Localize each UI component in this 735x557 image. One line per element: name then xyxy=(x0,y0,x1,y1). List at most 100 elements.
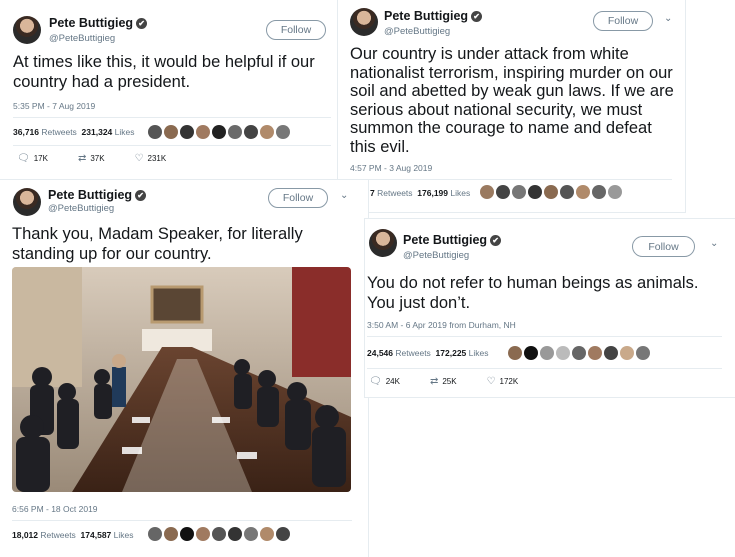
cabinet-meeting-photo[interactable] xyxy=(12,267,351,492)
liker-avatar[interactable] xyxy=(164,125,178,139)
author-handle[interactable]: @PeteButtigieg xyxy=(403,250,469,261)
avatar[interactable] xyxy=(369,229,397,257)
tweet-actions: 🗨 17K ⇄ 37K ♡ 231K xyxy=(17,153,166,164)
tweet-text: You do not refer to human beings as anim… xyxy=(367,274,699,312)
liker-avatars xyxy=(148,527,290,541)
liker-avatar[interactable] xyxy=(148,125,162,139)
like-count[interactable]: 172,225 xyxy=(436,348,467,358)
liker-avatar[interactable] xyxy=(180,527,194,541)
retweets-label[interactable]: Retweets xyxy=(40,530,75,540)
liker-avatar[interactable] xyxy=(212,125,226,139)
author-handle[interactable]: @PeteButtigieg xyxy=(384,26,450,37)
verified-icon: ✔ xyxy=(471,11,483,22)
follow-button[interactable]: Follow xyxy=(593,11,653,31)
divider xyxy=(13,117,331,118)
liker-avatar[interactable] xyxy=(276,527,290,541)
engagement-stats: 24,546 Retweets 172,225 Likes xyxy=(367,348,489,358)
verified-icon: ✔ xyxy=(135,190,147,201)
liker-avatars xyxy=(480,185,622,199)
retweet-button[interactable]: ⇄ 25K xyxy=(430,376,457,387)
likes-label[interactable]: Likes xyxy=(115,127,135,137)
liker-avatar[interactable] xyxy=(164,527,178,541)
liker-avatar[interactable] xyxy=(148,527,162,541)
liker-avatar[interactable] xyxy=(480,185,494,199)
liker-avatar[interactable] xyxy=(544,185,558,199)
follow-button[interactable]: Follow xyxy=(632,236,695,257)
reply-button[interactable]: 🗨 24K xyxy=(369,376,400,387)
timestamp[interactable]: 4:57 PM - 3 Aug 2019 xyxy=(350,163,432,173)
author-name[interactable]: Pete Buttigieg ✔ xyxy=(403,233,502,247)
liker-avatar[interactable] xyxy=(560,185,574,199)
author-handle[interactable]: @PeteButtigieg xyxy=(49,33,115,44)
liker-avatar[interactable] xyxy=(196,125,210,139)
like-count[interactable]: 174,587 xyxy=(81,530,112,540)
reply-button[interactable]: 🗨 17K xyxy=(17,153,48,164)
tweet-text: Thank you, Madam Speaker, for literally … xyxy=(12,225,303,263)
liker-avatar[interactable] xyxy=(592,185,606,199)
like-button[interactable]: ♡ 231K xyxy=(135,153,167,164)
liker-avatar[interactable] xyxy=(212,527,226,541)
liker-avatar[interactable] xyxy=(244,527,258,541)
liker-avatar[interactable] xyxy=(572,346,586,360)
liker-avatar[interactable] xyxy=(620,346,634,360)
liker-avatar[interactable] xyxy=(228,527,242,541)
divider xyxy=(367,368,722,369)
retweet-count[interactable]: 7 xyxy=(370,188,375,198)
photo-illustration xyxy=(12,267,351,492)
liker-avatar[interactable] xyxy=(524,346,538,360)
liker-avatar[interactable] xyxy=(540,346,554,360)
likes-label[interactable]: Likes xyxy=(469,348,489,358)
like-count[interactable]: 231,324 xyxy=(82,127,113,137)
author-name[interactable]: Pete Buttigieg ✔ xyxy=(384,9,483,23)
liker-avatar[interactable] xyxy=(588,346,602,360)
chevron-down-icon[interactable]: ⌄ xyxy=(710,238,718,249)
liker-avatar[interactable] xyxy=(556,346,570,360)
heart-icon: ♡ xyxy=(486,376,496,387)
retweet-button[interactable]: ⇄ 37K xyxy=(78,153,105,164)
liker-avatar[interactable] xyxy=(604,346,618,360)
liker-avatar[interactable] xyxy=(528,185,542,199)
engagement-stats: 36,716 Retweets 231,324 Likes xyxy=(13,127,135,137)
retweets-label[interactable]: Retweets xyxy=(377,188,412,198)
liker-avatar[interactable] xyxy=(512,185,526,199)
timestamp[interactable]: 6:56 PM - 18 Oct 2019 xyxy=(12,504,98,514)
retweets-label[interactable]: Retweets xyxy=(395,348,430,358)
liker-avatar[interactable] xyxy=(496,185,510,199)
liker-avatar[interactable] xyxy=(608,185,622,199)
like-count[interactable]: 176,199 xyxy=(417,188,448,198)
liker-avatar[interactable] xyxy=(260,527,274,541)
liker-avatar[interactable] xyxy=(276,125,290,139)
chevron-down-icon[interactable]: ⌄ xyxy=(340,190,348,201)
likes-label[interactable]: Likes xyxy=(450,188,470,198)
heart-icon: ♡ xyxy=(134,153,144,164)
like-button[interactable]: ♡ 172K xyxy=(487,376,519,387)
liker-avatar[interactable] xyxy=(576,185,590,199)
avatar[interactable] xyxy=(13,16,41,44)
liker-avatar[interactable] xyxy=(228,125,242,139)
liker-avatar[interactable] xyxy=(508,346,522,360)
liker-avatar[interactable] xyxy=(196,527,210,541)
author-handle[interactable]: @PeteButtigieg xyxy=(48,203,114,214)
author-name[interactable]: Pete Buttigieg ✔ xyxy=(49,16,148,30)
follow-button[interactable]: Follow xyxy=(268,188,328,208)
retweet-icon: ⇄ xyxy=(77,153,87,164)
chevron-down-icon[interactable]: ⌄ xyxy=(664,13,672,24)
retweet-count[interactable]: 18,012 xyxy=(12,530,38,540)
liker-avatar[interactable] xyxy=(244,125,258,139)
liker-avatar[interactable] xyxy=(260,125,274,139)
follow-button[interactable]: Follow xyxy=(266,20,326,40)
avatar[interactable] xyxy=(350,8,378,36)
timestamp[interactable]: 3:50 AM - 6 Apr 2019 from Durham, NH xyxy=(367,320,516,330)
avatar[interactable] xyxy=(13,188,41,216)
retweet-count[interactable]: 36,716 xyxy=(13,127,39,137)
timestamp[interactable]: 5:35 PM - 7 Aug 2019 xyxy=(13,101,95,111)
likes-label[interactable]: Likes xyxy=(114,530,134,540)
tweet-text: Our country is under attack from white n… xyxy=(350,45,674,156)
author-name[interactable]: Pete Buttigieg ✔ xyxy=(48,188,147,202)
reply-icon: 🗨 xyxy=(17,153,30,164)
retweets-label[interactable]: Retweets xyxy=(41,127,76,137)
liker-avatar[interactable] xyxy=(636,346,650,360)
divider xyxy=(12,520,352,521)
liker-avatar[interactable] xyxy=(180,125,194,139)
retweet-count[interactable]: 24,546 xyxy=(367,348,393,358)
